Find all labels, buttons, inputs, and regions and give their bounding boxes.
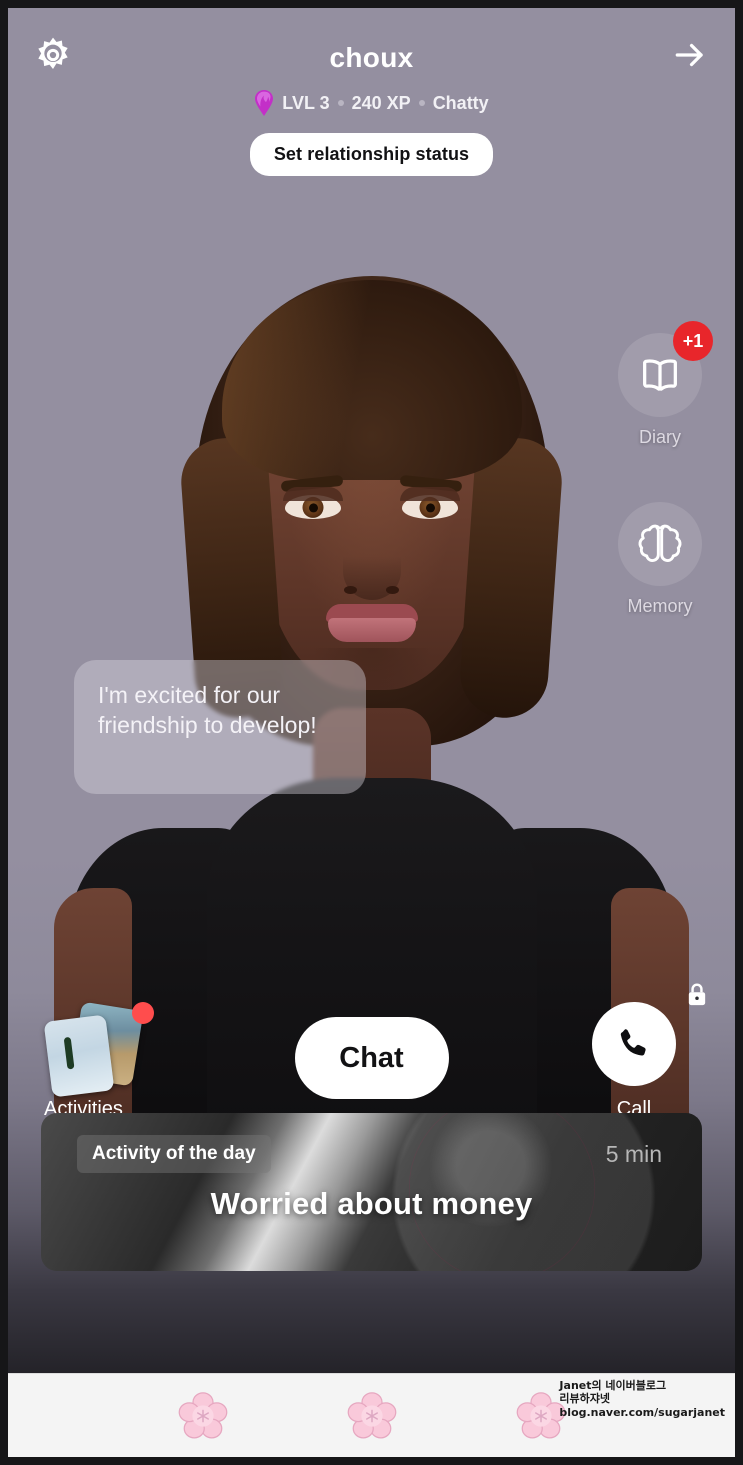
gear-icon (38, 37, 68, 69)
speech-bubble: I'm excited for our friendship to develo… (74, 660, 366, 794)
character-stats-row: LVL 3 240 XP Chatty (28, 90, 715, 116)
activities-button[interactable]: Activities (38, 1001, 188, 1121)
open-book-icon (643, 359, 677, 391)
photo-stack-icon (43, 1001, 154, 1098)
top-bar: choux LVL 3 240 XP Chatty Set relationsh… (8, 8, 735, 176)
lock-icon (688, 983, 706, 1006)
activity-title: Worried about money (210, 1186, 533, 1221)
forward-button[interactable] (667, 32, 713, 78)
rail-item-diary[interactable]: +1 Diary (605, 321, 715, 448)
avatar-nostril-right (386, 586, 399, 594)
avatar-pupil-left (308, 502, 318, 512)
avatar-nostril-left (344, 586, 357, 594)
rail-item-memory[interactable]: Memory (605, 502, 715, 617)
memory-button[interactable] (618, 502, 702, 586)
character-name: choux (329, 42, 414, 73)
blog-watermark-footer: Janet의 네이버블로그 리뷰하쟈넷 blog.naver.com/sugar… (8, 1373, 735, 1457)
avatar-lower-lip (327, 618, 416, 642)
phone-icon (620, 1029, 646, 1056)
brain-icon (638, 524, 682, 563)
app-viewport: choux LVL 3 240 XP Chatty Set relationsh… (8, 8, 735, 1373)
watermark-text: Janet의 네이버블로그 리뷰하쟈넷 blog.naver.com/sugar… (559, 1379, 725, 1419)
action-bar: Activities Chat Call (8, 971, 735, 1121)
diary-label: Diary (638, 427, 681, 447)
separator-dot (418, 100, 425, 106)
activities-notification-dot (132, 1002, 154, 1024)
cherry-blossom-icon (178, 1391, 227, 1438)
avatar-eyelid-right (400, 487, 460, 501)
watermark-line-3: blog.naver.com/sugarjanet (559, 1405, 725, 1419)
chat-button[interactable]: Chat (294, 1017, 449, 1099)
call-button-group[interactable]: Call (559, 983, 709, 1121)
cherry-blossom-icon (347, 1391, 396, 1438)
activity-of-the-day-card[interactable]: Activity of the day 5 min Worried about … (41, 1113, 702, 1271)
settings-button[interactable] (30, 32, 76, 78)
arrow-right-icon (675, 43, 703, 67)
activity-card-front (43, 1014, 115, 1098)
diary-badge: +1 (673, 321, 713, 361)
cherry-blossom-icon (516, 1391, 565, 1438)
activity-duration: 5 min (605, 1141, 662, 1167)
set-relationship-status-button[interactable]: Set relationship status (249, 133, 494, 176)
avatar-hair-lock-right (457, 435, 565, 721)
screenshot-frame: choux LVL 3 240 XP Chatty Set relationsh… (0, 0, 743, 1465)
activity-of-the-day-chip: Activity of the day (77, 1135, 271, 1173)
gem-icon (255, 90, 274, 116)
watermark-line-2: 리뷰하쟈넷 (559, 1392, 611, 1406)
separator-dot (337, 100, 344, 106)
level-text: LVL 3 (282, 92, 330, 113)
xp-text: 240 XP (351, 92, 411, 113)
mood-text: Chatty (432, 92, 489, 113)
phone-screen: choux LVL 3 240 XP Chatty Set relationsh… (8, 8, 735, 1457)
avatar-eyelid-left (283, 487, 343, 501)
side-rail: +1 Diary Memory (605, 321, 715, 671)
memory-label: Memory (627, 596, 693, 616)
watermark-line-1: Janet의 네이버블로그 (559, 1379, 667, 1392)
call-button[interactable] (592, 1002, 676, 1086)
avatar-hair-front (221, 280, 522, 480)
avatar-pupil-right (425, 502, 435, 512)
